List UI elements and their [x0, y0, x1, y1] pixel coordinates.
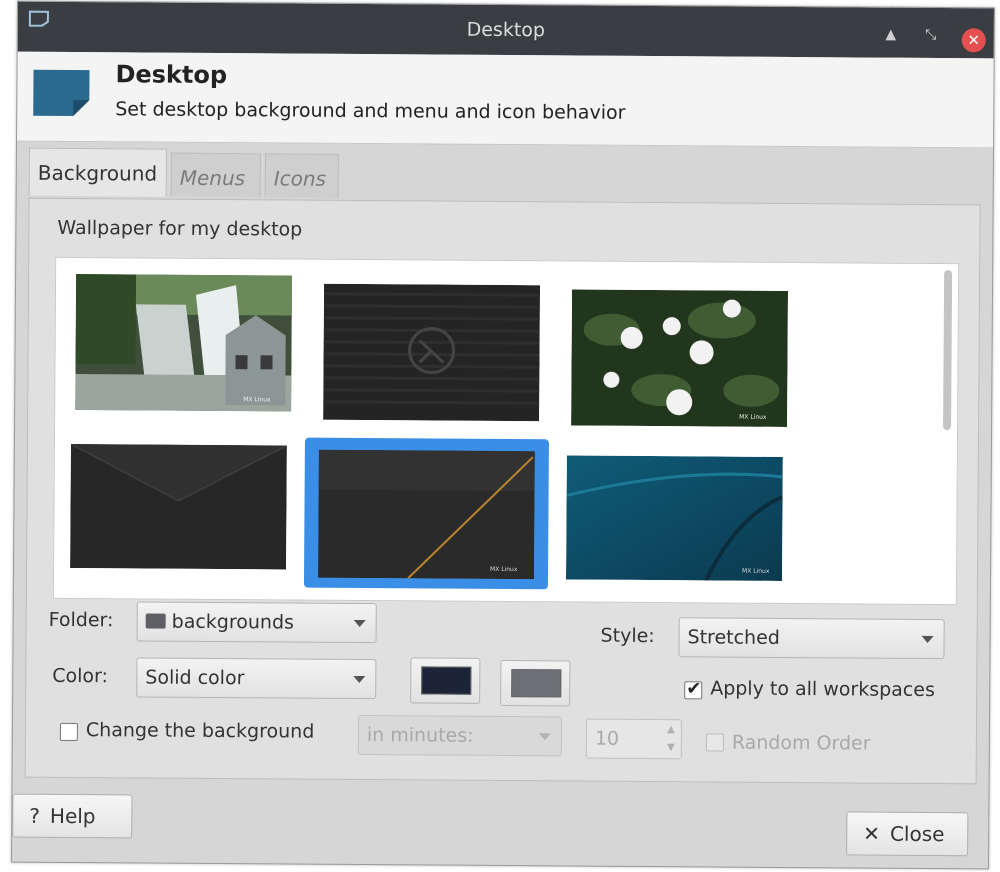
folder-icon	[145, 613, 166, 629]
wallpaper-thumb-dark-gold-line[interactable]: MX Linux	[317, 449, 535, 580]
desktop-settings-window: Desktop ▲ ⤡ ✕ Desktop Set desktop backgr…	[11, 0, 995, 870]
close-icon: ✕	[863, 821, 881, 846]
wallpaper-section-label: Wallpaper for my desktop	[57, 216, 303, 241]
help-button-label: Help	[49, 803, 96, 829]
tab-label: Menus	[179, 165, 246, 191]
header-title: Desktop	[115, 60, 228, 90]
wallpaper-badge: MX Linux	[490, 566, 518, 573]
wallpaper-thumb-dark-envelope[interactable]	[70, 443, 287, 570]
secondary-color-button[interactable]	[500, 659, 571, 707]
random-order-label[interactable]: Random Order	[732, 732, 871, 755]
interval-minutes-spinner[interactable]: 10 ▲ ▼	[585, 718, 683, 760]
primary-color-swatch	[421, 666, 472, 695]
wallpaper-thumb-white-flowers[interactable]: MX Linux	[571, 289, 789, 427]
style-label: Style:	[600, 624, 655, 648]
tab-label: Icons	[273, 166, 327, 191]
tab-icons[interactable]: Icons	[264, 153, 339, 198]
secondary-color-swatch	[511, 669, 562, 698]
close-button-label: Close	[889, 821, 945, 847]
interval-minutes-value: 10	[594, 727, 620, 750]
folder-label: Folder:	[48, 608, 114, 632]
shade-icon[interactable]: ▲	[880, 24, 902, 46]
wallpaper-thumb-teal-wave[interactable]: MX Linux	[565, 455, 783, 581]
interval-unit-combo[interactable]: in minutes:	[357, 714, 563, 757]
wallpaper-badge: MX Linux	[739, 414, 767, 421]
folder-value: backgrounds	[171, 610, 295, 634]
tab-menus[interactable]: Menus	[170, 152, 261, 198]
apply-all-workspaces-checkbox[interactable]	[684, 681, 703, 700]
color-mode-value: Solid color	[145, 666, 245, 690]
wallpaper-badge: MX Linux	[243, 396, 271, 403]
chevron-down-icon	[538, 733, 551, 741]
style-combo[interactable]: Stretched	[678, 617, 945, 660]
close-window-icon[interactable]: ✕	[961, 28, 986, 53]
desktop-icon	[33, 69, 90, 116]
header-subtitle: Set desktop background and menu and icon…	[115, 98, 626, 124]
spin-down-icon[interactable]: ▼	[665, 742, 677, 754]
color-label: Color:	[52, 664, 109, 688]
change-background-label[interactable]: Change the background	[86, 719, 315, 743]
color-mode-combo[interactable]: Solid color	[136, 657, 377, 700]
interval-unit-value: in minutes:	[366, 724, 474, 747]
window-title: Desktop	[466, 18, 546, 42]
spin-up-icon[interactable]: ▲	[665, 724, 677, 736]
apply-all-workspaces-label[interactable]: Apply to all workspaces	[710, 677, 935, 701]
wallpaper-thumb-dark-stripes[interactable]	[323, 283, 541, 422]
tab-background[interactable]: Background	[28, 147, 167, 197]
close-button[interactable]: ✕ Close	[846, 811, 969, 857]
change-background-checkbox[interactable]	[59, 722, 78, 742]
folder-combo[interactable]: backgrounds	[136, 601, 377, 644]
chevron-down-icon	[353, 675, 366, 684]
wallpaper-badge: MX Linux	[742, 568, 770, 575]
help-button[interactable]: ? Help	[12, 793, 133, 839]
wallpaper-thumb-waterfall[interactable]: MX Linux	[75, 274, 293, 412]
background-tab-panel: Wallpaper for my desktop MX Linux MX Lin…	[24, 197, 981, 785]
tab-label: Background	[37, 160, 158, 186]
titlebar[interactable]: Desktop ▲ ⤡ ✕	[17, 1, 994, 59]
restore-icon[interactable]: ⤡	[920, 24, 942, 46]
random-order-checkbox[interactable]	[705, 733, 724, 752]
wallpaper-grid[interactable]: MX Linux MX Linux MX Linux MX Linux	[52, 256, 960, 606]
chevron-down-icon	[921, 635, 934, 644]
style-value: Stretched	[687, 626, 780, 649]
help-icon: ?	[29, 803, 41, 828]
wallpaper-scrollbar-thumb[interactable]	[943, 270, 953, 431]
dialog-header: Desktop Set desktop background and menu …	[17, 51, 994, 149]
primary-color-button[interactable]	[410, 657, 481, 704]
chevron-down-icon	[353, 619, 366, 628]
